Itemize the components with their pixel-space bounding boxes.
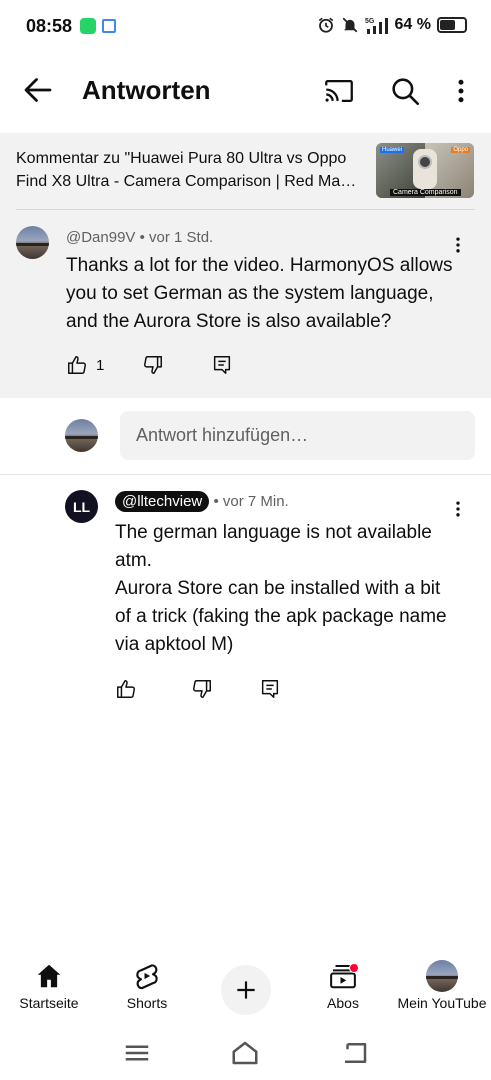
reply-meta: @lltechview • vor 7 Min. (115, 491, 289, 512)
reply-button[interactable] (211, 354, 233, 376)
whatsapp-icon (80, 18, 96, 34)
thumbs-up-icon (117, 680, 135, 698)
more-vert-icon (458, 79, 464, 103)
divider (0, 474, 491, 475)
reply-more-button[interactable] (448, 497, 468, 521)
thumbs-up-icon (68, 356, 86, 374)
signal-icon: 5G (365, 16, 389, 34)
reply-button[interactable] (259, 678, 281, 700)
search-button[interactable] (388, 74, 422, 108)
video-thumbnail[interactable]: Huawei Oppo Camera Comparison (376, 143, 474, 198)
nav-subscriptions[interactable]: Abos (294, 958, 392, 1022)
system-navigation-bar (0, 1030, 491, 1080)
notification-icons (80, 18, 116, 34)
thumbnail-camera (418, 155, 432, 169)
thumbnail-label-oppo: Oppo (451, 147, 470, 153)
like-button[interactable]: 1 (66, 354, 104, 376)
recent-apps-button[interactable] (122, 1038, 152, 1068)
parent-comment-section: Kommentar zu "Huawei Pura 80 Ultra vs Op… (0, 133, 491, 398)
mute-icon (341, 16, 359, 34)
shorts-icon (136, 964, 158, 990)
menu-icon (125, 1045, 149, 1061)
nav-subscriptions-label: Abos (327, 995, 359, 1011)
back-system-icon (345, 1043, 367, 1063)
battery-level (440, 20, 456, 30)
create-button[interactable] (221, 965, 271, 1015)
avatar-initials: LL (72, 498, 91, 515)
alarm-icon (317, 16, 335, 34)
nav-home[interactable]: Startseite (0, 958, 98, 1022)
like-button[interactable] (115, 678, 137, 700)
avatar[interactable]: LL (65, 490, 98, 523)
comment-meta: @Dan99V • vor 1 Std. (66, 229, 214, 246)
thumbs-down-icon (193, 680, 211, 698)
notification-dot (349, 963, 359, 973)
battery-percent: 64 % (394, 16, 431, 33)
comment-author[interactable]: @Dan99V (66, 229, 135, 246)
comment-time: vor 1 Std. (149, 229, 214, 246)
back-arrow-icon (24, 78, 52, 102)
video-reference[interactable]: Kommentar zu "Huawei Pura 80 Ultra vs Op… (16, 147, 361, 193)
app-bar: Antworten (0, 56, 491, 128)
nav-shorts[interactable]: Shorts (98, 958, 196, 1022)
like-count: 1 (96, 356, 105, 374)
thumbs-down-icon (144, 356, 162, 374)
home-system-button[interactable] (230, 1038, 260, 1068)
status-bar: 08:58 5G 64 % (0, 0, 491, 56)
reply-input[interactable]: Antwort hinzufügen… (120, 411, 475, 460)
more-options-button[interactable] (446, 74, 476, 108)
plus-icon (237, 981, 255, 999)
system-indicators: 5G 64 % (317, 16, 467, 34)
thumbnail-caption: Camera Comparison (390, 189, 461, 196)
comment-icon (213, 356, 231, 374)
dislike-button[interactable] (191, 678, 213, 700)
video-reference-line-2: Find X8 Ultra - Camera Comparison | Red … (16, 173, 361, 190)
cast-button[interactable] (322, 74, 356, 108)
divider (16, 209, 475, 210)
home-icon (37, 964, 61, 988)
avatar (426, 960, 458, 992)
more-vert-icon (456, 501, 460, 517)
dislike-button[interactable] (142, 354, 164, 376)
comment-icon (261, 680, 279, 698)
nav-shorts-label: Shorts (126, 995, 168, 1011)
reply-author[interactable]: @lltechview (115, 491, 210, 512)
video-reference-line-1: Kommentar zu "Huawei Pura 80 Ultra vs Op… (16, 150, 347, 167)
comment-text: Thanks a lot for the video. HarmonyOS al… (66, 255, 453, 332)
nav-profile[interactable]: Mein YouTube (393, 958, 491, 1022)
avatar[interactable] (16, 226, 49, 259)
nav-home-label: Startseite (19, 995, 79, 1011)
battery-icon (437, 17, 467, 33)
reply-time: vor 7 Min. (222, 493, 289, 510)
calendar-icon (102, 19, 116, 33)
thumbnail-label-huawei: Huawei (380, 147, 405, 153)
search-icon (392, 78, 420, 106)
cast-icon (325, 79, 353, 103)
back-button[interactable] (20, 72, 56, 108)
reply-text: The german language is not available atm… (115, 522, 447, 655)
status-time: 08:58 (26, 16, 73, 36)
home-outline-icon (232, 1041, 258, 1065)
back-system-button[interactable] (340, 1038, 370, 1068)
nav-profile-label: Mein YouTube (397, 995, 487, 1011)
network-type-label: 5G (365, 18, 375, 25)
page-title: Antworten (82, 75, 211, 105)
avatar (65, 419, 98, 452)
